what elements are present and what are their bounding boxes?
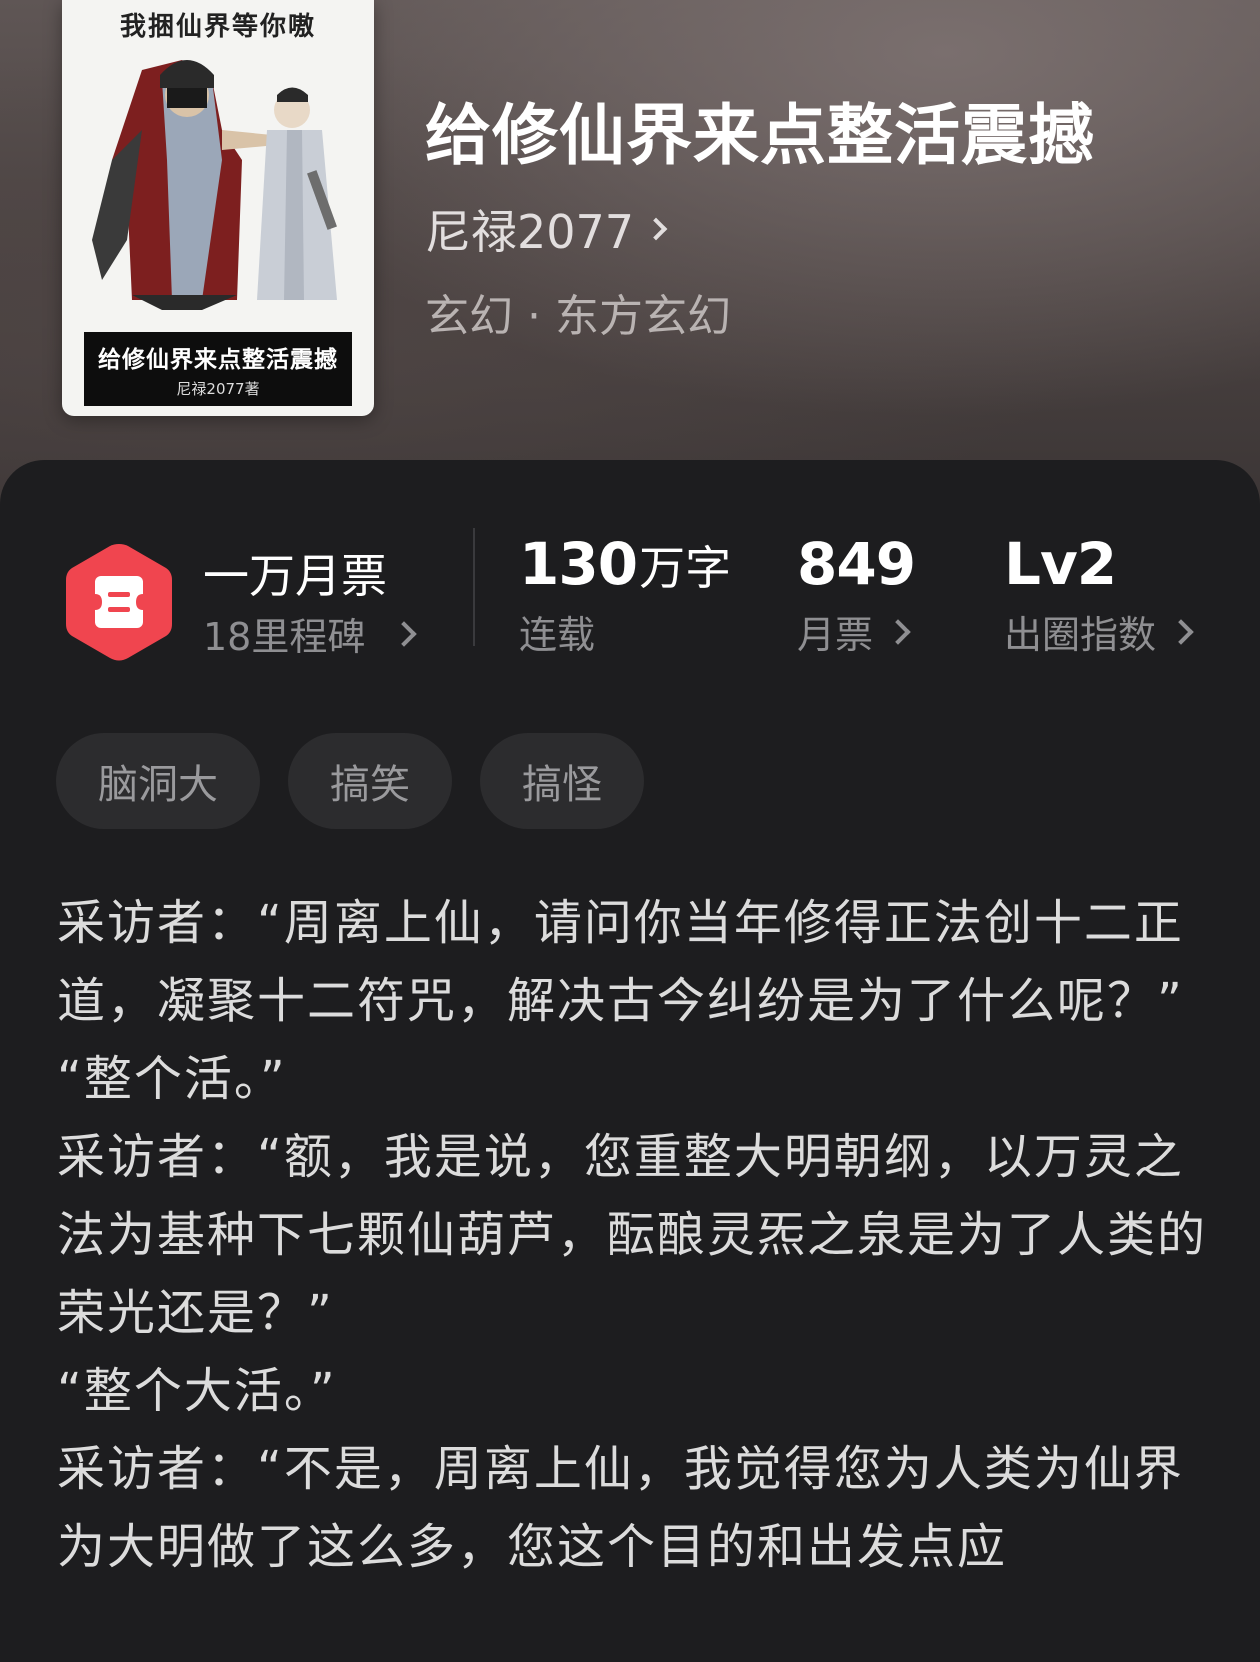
synopsis-line: 采访者：“额，我是说，您重整大明朝纲，以万灵之法为基种下七颗仙葫芦，酝酿灵炁之泉… [57, 1129, 1208, 1341]
milestone-text: 18里程碑 [203, 615, 366, 659]
ticket-title: 一万月票 [203, 549, 387, 603]
chevron-right-icon [885, 618, 911, 645]
monthly-votes-value: 849 [797, 530, 916, 598]
book-genre: 玄幻 · 东方玄幻 [425, 291, 731, 342]
chevron-right-icon [644, 217, 668, 241]
synopsis-line: “整个活。” [57, 1051, 287, 1107]
stats-divider [473, 528, 475, 646]
chevron-right-icon [391, 620, 418, 647]
word-count-label: 连载 [519, 613, 596, 657]
book-synopsis[interactable]: 采访者：“周离上仙，请问你当年修得正法创十二正道，凝聚十二符咒，解决古今纠纷是为… [57, 884, 1207, 1586]
synopsis-line: “整个大活。” [57, 1363, 337, 1419]
author-link[interactable]: 尼禄2077 [425, 196, 668, 262]
popularity-index-label: 出圈指数 [1004, 613, 1157, 657]
book-header: 我捆仙界等你嗷 给修仙界来点整活震撼 尼禄2077著 给修仙界来点整活震撼 尼禄… [0, 0, 1260, 520]
tag-chip[interactable]: 搞怪 [480, 733, 644, 829]
cover-banner-title: 给修仙界来点整活震撼 [98, 347, 338, 373]
monthly-ticket-icon[interactable] [62, 540, 176, 664]
tag-chip[interactable]: 脑洞大 [56, 733, 260, 829]
chevron-right-icon [1168, 618, 1194, 645]
word-count-value: 130 [519, 530, 638, 598]
synopsis-line: 采访者：“不是，周离上仙，我觉得您为人类为仙界为大明做了这么多，您这个目的和出发… [57, 1441, 1184, 1575]
tag-list: 脑洞大 搞笑 搞怪 [56, 733, 644, 829]
book-title: 给修仙界来点整活震撼 [425, 97, 1095, 174]
popularity-index-value: Lv2 [1004, 530, 1117, 598]
cover-top-text: 我捆仙界等你嗷 [119, 12, 316, 42]
cover-banner: 给修仙界来点整活震撼 尼禄2077著 [84, 332, 352, 406]
popularity-index-stat[interactable]: Lv2 出圈指数 [1004, 530, 1194, 659]
word-count-stat: 130 万字 连载 [519, 530, 731, 659]
milestone-link[interactable]: 18里程碑 [203, 606, 418, 661]
book-cover[interactable]: 我捆仙界等你嗷 给修仙界来点整活震撼 尼禄2077著 [62, 0, 374, 416]
monthly-votes-stat[interactable]: 849 月票 [797, 530, 916, 659]
cover-illustration [92, 60, 337, 310]
tag-chip[interactable]: 搞笑 [288, 733, 452, 829]
cover-banner-author: 尼禄2077著 [176, 380, 260, 398]
word-count-unit: 万字 [639, 541, 732, 595]
synopsis-line: 采访者：“周离上仙，请问你当年修得正法创十二正道，凝聚十二符咒，解决古今纠纷是为… [57, 895, 1184, 1029]
monthly-votes-label: 月票 [797, 613, 874, 657]
author-name: 尼禄2077 [425, 205, 635, 259]
